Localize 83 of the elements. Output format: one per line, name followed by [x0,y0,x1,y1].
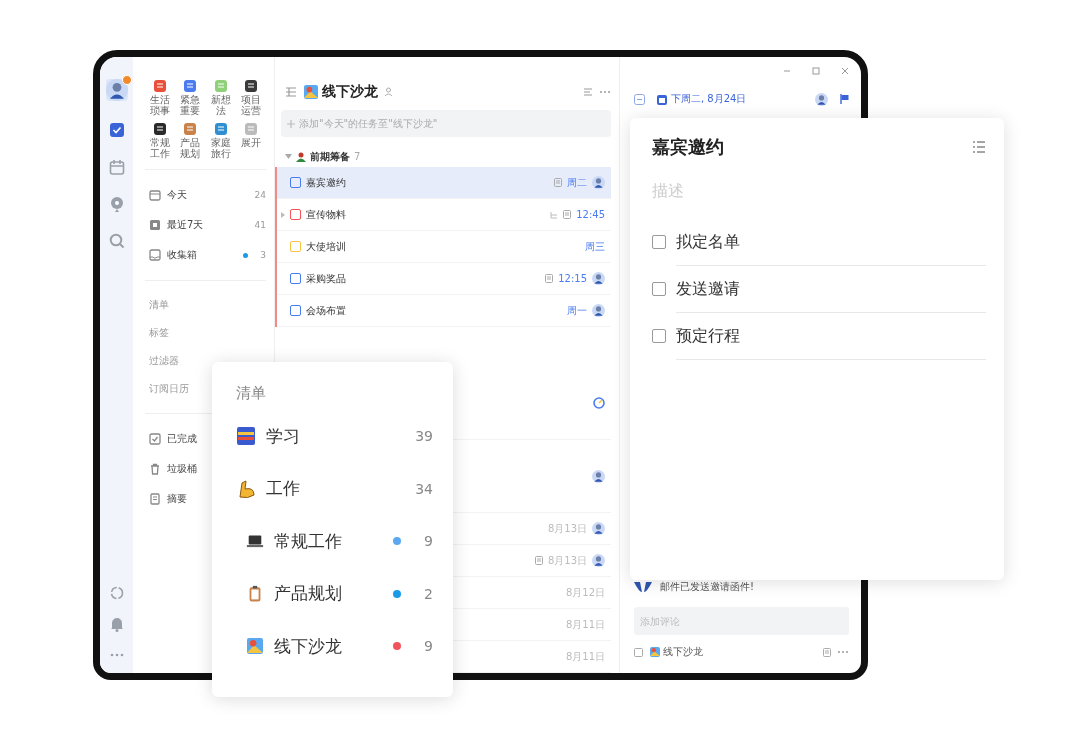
due-date: 周三 [585,239,605,254]
quick-list-shortcut[interactable]: 生活琐事 [145,79,176,116]
share-icon[interactable] [384,87,393,97]
trash-icon [149,463,161,475]
checkbox[interactable] [652,328,666,343]
plus-icon [287,119,295,128]
due-date: 12:15 [558,273,587,284]
popup-title: 清单 [236,384,267,404]
maximize-icon[interactable] [812,67,820,75]
calendar-icon [657,93,667,105]
close-icon[interactable] [841,67,849,75]
search-icon[interactable] [108,233,125,249]
add-task-field[interactable]: 添加"今天"的任务至"线下沙龙" [281,109,611,137]
pin-icon[interactable] [108,196,125,212]
checkbox-icon[interactable] [108,122,125,138]
list-item[interactable]: 常规工作 9 [236,515,433,568]
due-date: 周二 [567,175,587,190]
document-icon [149,493,161,505]
checkbox[interactable] [652,281,666,296]
sidebar-item[interactable]: 收集箱 3 [145,240,266,270]
group-header[interactable]: 前期筹备 7 [281,146,611,167]
shortcut-label: 新想法 [209,94,232,116]
quick-list-shortcut[interactable]: 常规工作 [145,122,176,159]
quick-list-shortcut[interactable]: 展开 [235,122,266,159]
checklist-item[interactable]: 发送邀请 [676,264,986,313]
checkbox-icon [149,433,161,445]
quick-list-shortcut[interactable]: 紧急重要 [175,79,206,116]
framed-picture-icon [649,646,661,658]
sidebar-item[interactable]: 最近7天 41 [145,210,266,240]
minimize-icon[interactable] [783,67,791,75]
task-row[interactable]: 嘉宾邀约 周二 [277,167,611,199]
checkbox[interactable] [652,234,666,249]
arm-icon [236,478,256,499]
checkbox[interactable] [290,209,301,220]
checkbox[interactable] [290,241,301,252]
inbox-icon [149,249,161,261]
shortcut-label: 家庭旅行 [209,137,232,159]
checklist-item[interactable]: 拟定名单 [676,217,986,266]
sort-icon[interactable] [583,86,593,97]
sync-icon[interactable] [108,585,125,601]
list-item[interactable]: 线下沙龙 9 [236,620,433,673]
due-date: 12:45 [576,209,605,220]
quick-list-shortcut[interactable]: 产品规划 [175,122,206,159]
list-selector[interactable]: 线下沙龙 [649,645,703,659]
shortcut-label: 项目运营 [239,94,262,116]
list-title: 线下沙龙 [322,82,378,101]
framed-picture-icon [246,637,264,656]
calendar-icon[interactable] [108,159,125,175]
shortcut-label: 生活琐事 [149,94,172,116]
timer-icon [593,397,605,409]
calendar-icon [149,189,161,201]
task-row[interactable]: 大使培训 周三 [277,231,611,263]
checkbox[interactable] [290,177,301,188]
quick-list-shortcut[interactable]: 项目运营 [235,79,266,116]
sidebar-toggle-icon[interactable] [285,85,297,98]
sidebar-item[interactable]: 今天 24 [145,180,266,210]
task-row[interactable]: 宣传物料 12:45 [277,199,611,231]
shortcut-label: 紧急重要 [179,94,202,116]
comment-text: 邮件已发送邀请函件! [660,580,754,594]
quick-list-shortcut[interactable]: 家庭旅行 [205,122,236,159]
framed-picture-icon [303,83,319,100]
shortcut-label: 常规工作 [149,137,172,159]
task-title: 嘉宾邀约 [652,135,724,159]
task-row[interactable]: 会场布置 周一 [277,295,611,327]
books-icon [236,426,256,447]
calendar-icon [149,219,161,231]
person-icon [296,151,306,162]
subtask-icon [550,210,559,219]
shortcut-label: 产品规划 [179,137,202,159]
quick-list-shortcut[interactable]: 新想法 [205,79,236,116]
checkbox[interactable] [290,305,301,316]
checklist-icon[interactable] [972,140,986,154]
list-item[interactable]: 产品规划 2 [236,567,433,620]
due-date-button[interactable]: 下周二, 8月24日 [657,92,747,106]
shortcut-label: 展开 [239,137,262,148]
due-date: 周一 [567,303,587,318]
checkbox-icon[interactable] [634,93,645,105]
note-icon [823,647,831,657]
checkbox[interactable] [290,273,301,284]
checklist-item[interactable]: 预定行程 [676,311,986,360]
flag-icon[interactable] [840,94,849,104]
expand-arrow-icon[interactable] [281,211,285,218]
task-row[interactable]: 采购奖品 12:15 [277,263,611,295]
